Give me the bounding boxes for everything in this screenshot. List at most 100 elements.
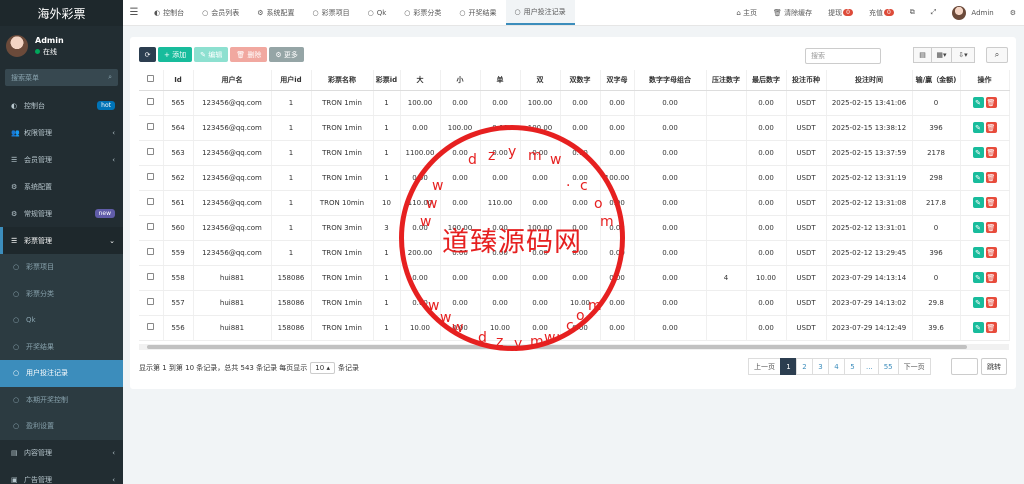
page-button[interactable]: ... xyxy=(860,358,879,375)
sidebar-item-4[interactable]: ⚙ 常规管理 new xyxy=(0,200,123,227)
sidebar-item-3[interactable]: ⚙ 系统配置 xyxy=(0,173,123,200)
edit-row-button[interactable]: ✎ xyxy=(972,197,984,208)
sidebar-item-11[interactable]: ○ 本期开奖控制 xyxy=(0,386,123,413)
language-icon[interactable]: ⧉ xyxy=(902,8,923,17)
table-row[interactable]: 559 123456@qq.com 1 TRON 1min 1 200.00 0.00 0.0… xyxy=(139,240,1010,266)
advanced-search-icon[interactable]: ⌕ xyxy=(986,47,1008,63)
page-button[interactable]: 5 xyxy=(844,358,861,375)
column-header[interactable]: 投注时间 xyxy=(826,70,913,91)
more-button[interactable]: ⚙ 更多 xyxy=(269,47,304,62)
sidebar-item-7[interactable]: ○ 彩票分类 xyxy=(0,280,123,307)
columns-icon[interactable]: ▦▾ xyxy=(931,47,952,63)
sidebar-item-2[interactable]: ☰ 会员管理 ‹ xyxy=(0,146,123,173)
withdraw-link[interactable]: 提现 0 xyxy=(820,8,861,18)
sidebar-item-10[interactable]: ○ 用户投注记录 xyxy=(0,360,123,387)
column-header[interactable]: 彩票名称 xyxy=(311,70,374,91)
delete-row-button[interactable]: 🗑 xyxy=(985,147,997,158)
tab-0[interactable]: ◐ 控制台 xyxy=(145,0,193,25)
edit-row-button[interactable]: ✎ xyxy=(972,247,984,258)
sidebar-item-0[interactable]: ◐ 控制台 hot xyxy=(0,92,123,119)
page-jump-button[interactable]: 跳转 xyxy=(981,358,1007,375)
tab-1[interactable]: ○ 会员列表 xyxy=(193,0,248,25)
edit-row-button[interactable]: ✎ xyxy=(972,97,984,108)
fullscreen-icon[interactable]: ⤢ xyxy=(923,8,945,17)
tab-4[interactable]: ○ Qk xyxy=(359,0,396,25)
edit-button[interactable]: ✎ 编辑 xyxy=(194,47,229,62)
column-header[interactable]: 彩票id xyxy=(373,70,401,91)
delete-row-button[interactable]: 🗑 xyxy=(985,322,997,333)
column-header[interactable]: 投注币种 xyxy=(786,70,827,91)
delete-row-button[interactable]: 🗑 xyxy=(985,97,997,108)
column-header[interactable]: 单 xyxy=(480,70,521,91)
sidebar-item-9[interactable]: ○ 开奖结果 xyxy=(0,333,123,360)
refresh-button[interactable]: ⟳ xyxy=(139,47,156,62)
column-header[interactable]: 最后数字 xyxy=(746,70,787,91)
delete-row-button[interactable]: 🗑 xyxy=(985,272,997,283)
column-header[interactable]: 操作 xyxy=(960,70,1010,91)
column-header[interactable]: 小 xyxy=(440,70,481,91)
column-header[interactable]: 双 xyxy=(520,70,561,91)
page-size-select[interactable]: 10 ▴ xyxy=(310,362,335,374)
sidebar-item-13[interactable]: ▤ 内容管理 ‹ xyxy=(0,440,123,467)
settings-gear-icon[interactable]: ⚙ xyxy=(1002,9,1024,17)
delete-row-button[interactable]: 🗑 xyxy=(985,172,997,183)
column-header[interactable]: Id xyxy=(163,70,194,91)
prev-page-button[interactable]: 上一页 xyxy=(748,358,781,375)
menu-toggle-icon[interactable]: ☰ xyxy=(123,7,145,18)
sidebar-item-14[interactable]: ▣ 广告管理 ‹ xyxy=(0,467,123,484)
edit-row-button[interactable]: ✎ xyxy=(972,172,984,183)
export-icon[interactable]: ⇩▾ xyxy=(951,47,975,63)
row-checkbox[interactable] xyxy=(147,173,155,180)
page-button[interactable]: 55 xyxy=(877,358,899,375)
edit-row-button[interactable]: ✎ xyxy=(972,322,984,333)
sidebar-item-8[interactable]: ○ Qk xyxy=(0,307,123,334)
horizontal-scrollbar[interactable] xyxy=(139,344,1009,350)
page-button[interactable]: 4 xyxy=(828,358,845,375)
row-checkbox[interactable] xyxy=(147,223,155,230)
edit-row-button[interactable]: ✎ xyxy=(972,272,984,283)
admin-user-menu[interactable]: Admin xyxy=(944,5,1001,20)
recharge-link[interactable]: 充值 0 xyxy=(861,8,902,18)
sidebar-item-1[interactable]: 👥 权限管理 ‹ xyxy=(0,119,123,146)
sidebar-item-6[interactable]: ○ 彩票项目 xyxy=(0,254,123,281)
table-row[interactable]: 557 hui881 158086 TRON 1min 1 0.00 0.00 0.00 0.0… xyxy=(139,290,1010,316)
table-row[interactable]: 560 123456@qq.com 1 TRON 3min 3 0.00 100.00 0.0… xyxy=(139,215,1010,241)
brand-title[interactable]: 海外彩票 xyxy=(0,0,123,26)
delete-row-button[interactable]: 🗑 xyxy=(985,222,997,233)
delete-button[interactable]: 🗑 删除 xyxy=(230,47,268,62)
page-button[interactable]: 3 xyxy=(812,358,829,375)
column-header[interactable]: 输/赢（金额) xyxy=(912,70,961,91)
clear-cache-button[interactable]: 🗑 清除缓存 xyxy=(765,8,820,18)
toggle-view-icon[interactable]: ▤ xyxy=(913,47,932,63)
delete-row-button[interactable]: 🗑 xyxy=(985,197,997,208)
table-row[interactable]: 564 123456@qq.com 1 TRON 1min 1 0.00 100.00 0.0… xyxy=(139,115,1010,141)
page-button[interactable]: 2 xyxy=(796,358,813,375)
delete-row-button[interactable]: 🗑 xyxy=(985,297,997,308)
row-checkbox[interactable] xyxy=(147,123,155,130)
edit-row-button[interactable]: ✎ xyxy=(972,297,984,308)
select-all-checkbox[interactable] xyxy=(147,75,155,83)
row-checkbox[interactable] xyxy=(147,248,155,255)
row-checkbox[interactable] xyxy=(147,298,155,305)
row-checkbox[interactable] xyxy=(147,323,155,330)
tab-3[interactable]: ○ 彩票项目 xyxy=(304,0,359,25)
table-search-input[interactable]: 搜索 xyxy=(805,48,881,64)
table-row[interactable]: 563 123456@qq.com 1 TRON 1min 1 1100.00 0.00 0.… xyxy=(139,140,1010,166)
scrollbar-thumb[interactable] xyxy=(147,345,967,349)
next-page-button[interactable]: 下一页 xyxy=(897,358,931,375)
delete-row-button[interactable]: 🗑 xyxy=(985,122,997,133)
tab-6[interactable]: ○ 开奖结果 xyxy=(450,0,505,25)
row-checkbox[interactable] xyxy=(147,198,155,205)
column-header[interactable]: 大 xyxy=(400,70,441,91)
edit-row-button[interactable]: ✎ xyxy=(972,122,984,133)
sidebar-item-5[interactable]: ☰ 彩票管理 ⌄ xyxy=(0,227,123,254)
row-checkbox[interactable] xyxy=(147,148,155,155)
sidebar-item-12[interactable]: ○ 盈利设置 xyxy=(0,413,123,440)
table-row[interactable]: 558 hui881 158086 TRON 1min 1 0.00 0.00 0.00 0.0… xyxy=(139,265,1010,291)
add-button[interactable]: + 添加 xyxy=(158,47,193,62)
tab-7[interactable]: ○ 用户投注记录 xyxy=(505,0,575,25)
tab-5[interactable]: ○ 彩票分类 xyxy=(395,0,450,25)
column-header[interactable]: 压注数字 xyxy=(706,70,747,91)
edit-row-button[interactable]: ✎ xyxy=(972,222,984,233)
column-header[interactable]: 双字母 xyxy=(600,70,635,91)
